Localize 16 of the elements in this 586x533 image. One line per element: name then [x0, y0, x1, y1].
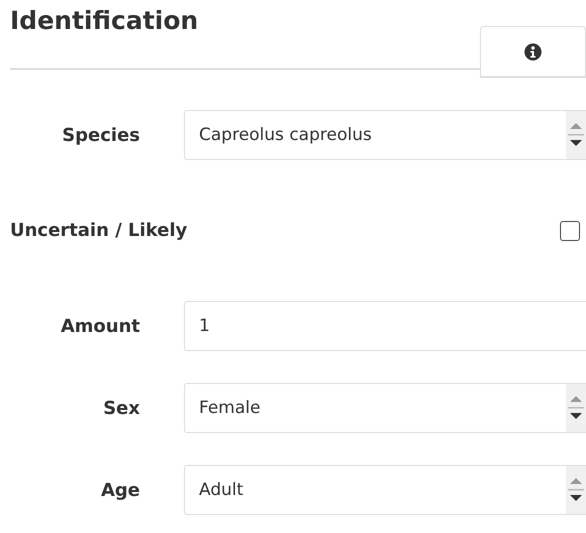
field-label: Amount — [60, 316, 140, 336]
info-icon — [524, 42, 542, 60]
field-label: Species — [61, 124, 140, 146]
input-field[interactable]: 1 — [184, 301, 586, 351]
checkbox[interactable] — [560, 220, 580, 240]
info-tab[interactable] — [480, 26, 586, 78]
spinner-icon[interactable] — [566, 111, 586, 159]
section-heading: Identification — [10, 0, 480, 70]
spinner-icon[interactable] — [566, 466, 586, 514]
select-field[interactable]: Adult — [184, 465, 586, 515]
field-label: Age — [100, 480, 140, 500]
field-label: Uncertain / Likely — [10, 220, 188, 241]
field-label: Sex — [102, 398, 140, 418]
spinner-icon[interactable] — [566, 384, 586, 432]
select-field[interactable]: Capreolus capreolus — [184, 110, 586, 160]
select-field[interactable]: Female — [184, 383, 586, 433]
